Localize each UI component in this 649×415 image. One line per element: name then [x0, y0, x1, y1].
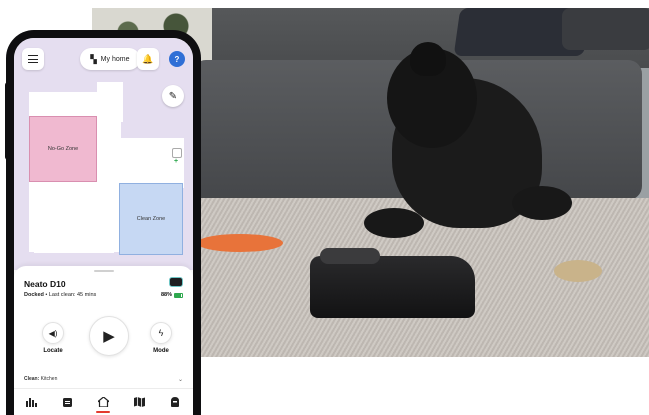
- dog-paw: [364, 208, 424, 238]
- nogo-zone[interactable]: No-Go Zone: [29, 116, 97, 182]
- locate-button[interactable]: ◀): [42, 322, 64, 344]
- battery-text: 88%: [160, 292, 172, 298]
- robot-vacuum-lid: [320, 248, 380, 264]
- play-icon: ▶: [103, 328, 115, 345]
- clean-target-selector[interactable]: Clean: Kitchen ⌄: [24, 374, 183, 384]
- sofa-pillow-2: [562, 8, 649, 50]
- tab-map[interactable]: [126, 391, 152, 413]
- mode-button[interactable]: ϟ: [150, 322, 172, 344]
- clean-zone[interactable]: Clean Zone: [119, 183, 183, 255]
- map-icon: [133, 397, 145, 407]
- dock-icon: [172, 148, 182, 158]
- top-bar: ▚ My home 🔔 ?: [22, 48, 185, 70]
- pencil-icon: ✎: [168, 90, 178, 102]
- play-control: ▶: [89, 316, 129, 356]
- bottom-tab-bar: [14, 388, 193, 415]
- hamburger-icon: [28, 55, 38, 63]
- map-icon: ▚: [90, 54, 97, 64]
- locate-control: ◀) Locate: [42, 322, 64, 354]
- floor-map[interactable]: No-Go Zone Clean Zone + ▚ My home 🔔 ? ✎: [14, 38, 193, 270]
- help-icon: ?: [174, 54, 180, 64]
- app-screen: No-Go Zone Clean Zone + ▚ My home 🔔 ? ✎ …: [14, 38, 193, 415]
- tab-robot[interactable]: [162, 391, 188, 413]
- plus-icon: +: [174, 158, 179, 165]
- clean-target-value: Kitchen: [40, 376, 58, 382]
- menu-button[interactable]: [22, 48, 44, 70]
- frisbee: [197, 234, 283, 252]
- dog-tuft: [410, 42, 446, 76]
- edit-map-button[interactable]: ✎: [162, 85, 184, 107]
- clean-target-label: Clean:: [24, 376, 40, 382]
- battery-indicator: 88%: [161, 292, 183, 298]
- start-clean-button[interactable]: ▶: [89, 316, 129, 356]
- robot-status-detail: • Last clean: 45 mins: [45, 292, 97, 298]
- sofa-cushion: [192, 60, 412, 200]
- floor-area: [97, 82, 123, 122]
- help-button[interactable]: ?: [169, 51, 185, 67]
- marketing-stage: No-Go Zone Clean Zone + ▚ My home 🔔 ? ✎ …: [0, 0, 649, 415]
- robot-status-state: Docked: [24, 292, 44, 298]
- phone-frame: No-Go Zone Clean Zone + ▚ My home 🔔 ? ✎ …: [6, 30, 201, 415]
- home-label: My home: [100, 55, 130, 63]
- sheet-grabber[interactable]: [94, 270, 114, 272]
- robot-avatar-icon[interactable]: [169, 277, 183, 287]
- nogo-zone-label: No-Go Zone: [47, 146, 79, 152]
- robot-status: Docked • Last clean: 45 mins: [24, 292, 96, 298]
- lightning-icon: ϟ: [158, 328, 164, 338]
- robot-vacuum: [310, 256, 475, 318]
- dog-toy: [554, 260, 602, 282]
- locate-label: Locate: [43, 348, 63, 354]
- clean-zone-label: Clean Zone: [136, 216, 166, 222]
- robot-name: Neato D10: [24, 279, 66, 289]
- chevron-down-icon: ⌄: [177, 376, 183, 383]
- schedule-icon: [63, 398, 73, 407]
- floor-area: [34, 223, 114, 253]
- robot-icon: [171, 397, 180, 407]
- mode-control: ϟ Mode: [150, 322, 172, 354]
- home-icon: [97, 397, 109, 407]
- stats-icon: [26, 398, 38, 407]
- mode-label: Mode: [153, 348, 169, 354]
- tab-schedule[interactable]: [55, 391, 81, 413]
- battery-fill: [175, 293, 182, 297]
- speaker-icon: ◀): [48, 328, 58, 338]
- clean-target: Clean: Kitchen: [24, 376, 57, 382]
- bell-icon: 🔔: [142, 53, 154, 64]
- tab-home[interactable]: [90, 391, 116, 413]
- home-selector-button[interactable]: ▚ My home: [80, 48, 140, 70]
- notifications-button[interactable]: 🔔: [137, 48, 159, 70]
- battery-icon: [174, 292, 183, 298]
- dog-leg: [512, 186, 572, 220]
- tab-stats[interactable]: [19, 391, 45, 413]
- robot-panel: Neato D10 Docked • Last clean: 45 mins 8…: [14, 266, 193, 388]
